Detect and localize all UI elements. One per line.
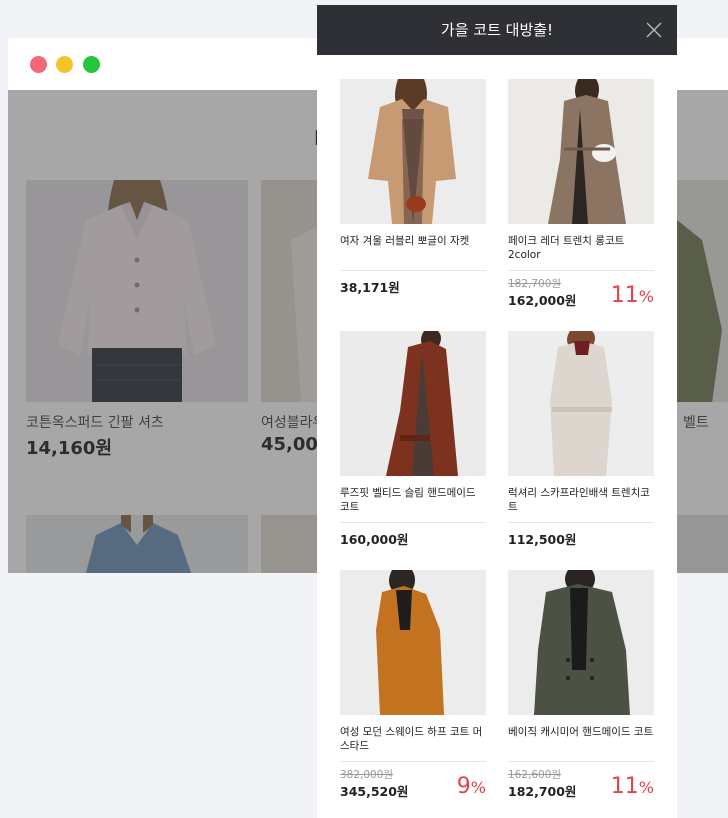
divider bbox=[508, 761, 654, 762]
product-card[interactable]: 베이직 캐시미어 핸드메이드 코트 162,600원 182,700원 11% bbox=[508, 570, 654, 799]
minimize-window-button[interactable] bbox=[56, 56, 73, 73]
discount-rate: 9% bbox=[457, 774, 486, 799]
divider bbox=[508, 522, 654, 523]
product-price: 112,500원 bbox=[508, 532, 577, 547]
popup-header: 가을 코트 대방출! bbox=[317, 5, 677, 55]
divider bbox=[340, 522, 486, 523]
promo-popup: 가을 코트 대방출! 여자 겨울 러블리 뽀글이 자켓 38,171원 페이크 … bbox=[317, 5, 677, 818]
divider bbox=[340, 270, 486, 271]
close-window-button[interactable] bbox=[30, 56, 47, 73]
discount-value: 11 bbox=[610, 283, 639, 308]
product-name[interactable]: 베이직 캐시미어 핸드메이드 코트 bbox=[508, 725, 654, 739]
original-price: 162,600원 bbox=[508, 769, 562, 781]
product-card[interactable]: 여성 모던 스웨이드 하프 코트 머스타드 382,000원 345,520원 … bbox=[340, 570, 486, 799]
discount-value: 9 bbox=[456, 774, 471, 799]
product-card[interactable]: 페이크 레더 트렌치 롱코트 2color 182,700원 162,000원 … bbox=[508, 79, 654, 308]
product-image[interactable] bbox=[508, 79, 654, 224]
product-price: 162,000원 bbox=[508, 293, 577, 308]
original-price: 182,700원 bbox=[508, 278, 562, 290]
discount-rate: 11% bbox=[611, 774, 654, 799]
discount-value: 11 bbox=[610, 774, 639, 799]
product-card[interactable]: 루즈핏 벨티드 슬림 핸드메이드 코트 160,000원 bbox=[340, 331, 486, 547]
scarf-trench-photo bbox=[508, 331, 654, 476]
product-image[interactable] bbox=[508, 331, 654, 476]
product-name[interactable]: 럭셔리 스카프라인배색 트렌치코트 bbox=[508, 486, 654, 514]
divider bbox=[340, 761, 486, 762]
product-name[interactable]: 여성 모던 스웨이드 하프 코트 머스타드 bbox=[340, 725, 486, 753]
product-image[interactable] bbox=[340, 79, 486, 224]
product-card[interactable]: 여자 겨울 러블리 뽀글이 자켓 38,171원 bbox=[340, 79, 486, 295]
belted-coat-photo bbox=[340, 331, 486, 476]
cashmere-coat-photo bbox=[508, 570, 654, 715]
product-name[interactable]: 여자 겨울 러블리 뽀글이 자켓 bbox=[340, 234, 486, 248]
product-price: 38,171원 bbox=[340, 280, 400, 295]
percent-sign: % bbox=[638, 287, 654, 306]
percent-sign: % bbox=[638, 778, 654, 797]
divider bbox=[508, 270, 654, 271]
product-image[interactable] bbox=[508, 570, 654, 715]
product-name[interactable]: 페이크 레더 트렌치 롱코트 2color bbox=[508, 234, 654, 262]
product-price: 182,700원 bbox=[508, 784, 577, 799]
close-icon[interactable] bbox=[645, 21, 663, 39]
mustard-coat-photo bbox=[340, 570, 486, 715]
original-price: 382,000원 bbox=[340, 769, 394, 781]
percent-sign: % bbox=[470, 778, 486, 797]
teddy-jacket-photo bbox=[340, 79, 486, 224]
maximize-window-button[interactable] bbox=[83, 56, 100, 73]
popup-title: 가을 코트 대방출! bbox=[440, 21, 554, 39]
product-image[interactable] bbox=[340, 570, 486, 715]
discount-rate: 11% bbox=[611, 283, 654, 308]
product-card[interactable]: 럭셔리 스카프라인배색 트렌치코트 112,500원 bbox=[508, 331, 654, 547]
product-image[interactable] bbox=[340, 331, 486, 476]
product-name[interactable]: 루즈핏 벨티드 슬림 핸드메이드 코트 bbox=[340, 486, 486, 514]
product-price: 160,000원 bbox=[340, 532, 409, 547]
product-price: 345,520원 bbox=[340, 784, 409, 799]
leather-trench-photo bbox=[508, 79, 654, 224]
